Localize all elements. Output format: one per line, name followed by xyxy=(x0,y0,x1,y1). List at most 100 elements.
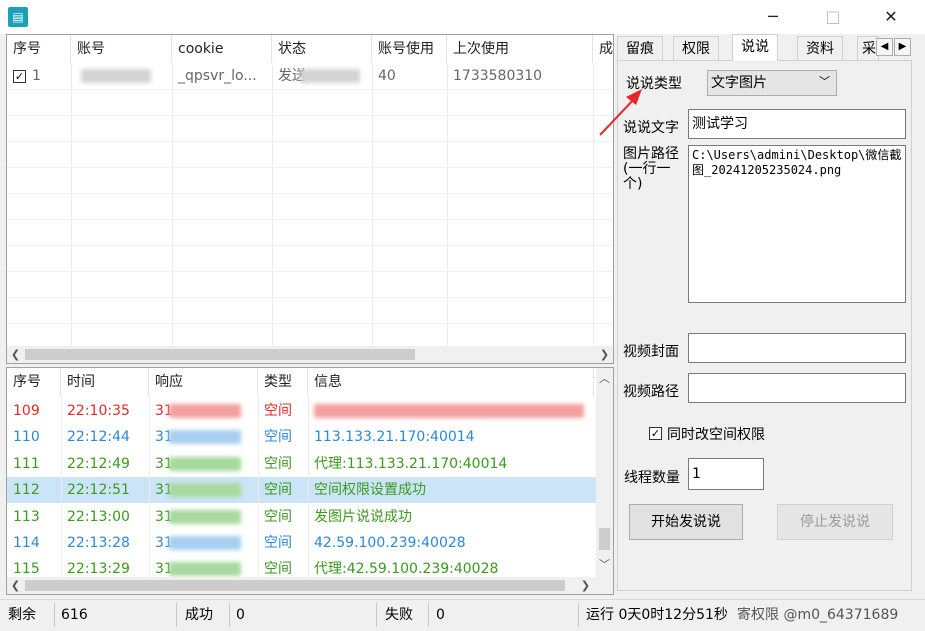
column-header[interactable]: 信息 xyxy=(308,368,594,396)
log-row[interactable]: 109 22:10:35 31 空间 xyxy=(7,398,596,424)
log-cell xyxy=(308,398,594,424)
log-row[interactable]: 113 22:13:00 31 空间 发图片说说成功 xyxy=(7,504,596,530)
tab-trace[interactable]: 留痕 xyxy=(617,36,663,60)
table-cell: 40 xyxy=(378,68,396,84)
video-cover-label: 视频封面 xyxy=(623,344,679,360)
table-cell: ✓ 1 xyxy=(7,63,71,89)
stop-post-button[interactable]: 停止发说说 xyxy=(777,504,893,540)
column-header[interactable]: 上次使用 xyxy=(447,35,593,63)
log-cell: 112 xyxy=(13,482,40,499)
grid-divider xyxy=(7,219,613,220)
chevron-down-icon: ﹀ xyxy=(819,75,830,88)
log-cell: 空间 xyxy=(264,482,292,499)
log-row[interactable]: 112 22:12:51 31 空间 空间权限设置成功 xyxy=(7,477,596,504)
log-cell: 空间 xyxy=(264,429,292,446)
tab-profile[interactable]: 资料 xyxy=(797,36,843,60)
redacted-response xyxy=(169,430,241,445)
column-header[interactable]: 时间 xyxy=(61,368,149,396)
scroll-right-icon[interactable]: ❯ xyxy=(596,346,613,363)
redacted-response xyxy=(169,562,241,577)
log-cell: 111 xyxy=(13,455,40,472)
success-value: 0 xyxy=(236,607,245,623)
minimize-button[interactable]: ─ xyxy=(750,0,796,34)
grid-divider xyxy=(593,63,594,348)
log-cell: 空间 xyxy=(264,403,292,419)
grid-divider xyxy=(7,193,613,194)
grid-divider xyxy=(71,63,72,348)
scroll-thumb[interactable] xyxy=(25,580,565,591)
grid-divider xyxy=(7,89,613,90)
row-checkbox[interactable]: ✓ xyxy=(13,69,26,83)
log-cell: 代理:113.133.21.170:40014 xyxy=(314,455,508,472)
grid-divider xyxy=(272,63,273,348)
scroll-left-icon[interactable]: ❮ xyxy=(7,346,24,363)
sync-permission-checkbox[interactable]: ✓ xyxy=(649,427,662,440)
log-cell: 114 xyxy=(13,535,40,551)
column-header[interactable]: 账号 xyxy=(71,35,172,63)
close-button[interactable]: ✕ xyxy=(868,0,914,34)
column-header[interactable]: 成 xyxy=(593,35,613,63)
runtime-text: 运行 0天0时12分51秒 xyxy=(586,607,728,623)
log-row[interactable]: 114 22:13:28 31 空间 42.59.100.239:40028 xyxy=(7,530,596,556)
log-cell: 空间 xyxy=(264,535,292,551)
log-cell: 31 xyxy=(149,398,258,424)
grid-divider xyxy=(7,323,613,324)
tab-prev-icon[interactable]: ◀ xyxy=(876,38,893,56)
log-grid[interactable]: 序号 时间 响应 类型 信息 109 22:10:35 31 空间 110 22:12:44 31 空… xyxy=(6,367,614,595)
tab-next-icon[interactable]: ▶ xyxy=(894,38,911,56)
scroll-right-icon[interactable]: ❯ xyxy=(577,577,594,594)
video-path-label: 视频路径 xyxy=(623,384,679,400)
fail-value: 0 xyxy=(436,607,445,623)
video-path-input[interactable] xyxy=(688,373,906,403)
text-label: 说说文字 xyxy=(623,120,679,136)
status-bar: 剩余 616 成功 0 失败 0 运行 0天0时12分51秒 寄权限 @m0_6… xyxy=(0,599,925,631)
table-row[interactable]: ✓ 1 _qpsvr_lo... 发送 40 1733580310 xyxy=(7,63,613,89)
scroll-up-icon[interactable]: ︿ xyxy=(596,370,613,387)
maximize-button[interactable]: □ xyxy=(810,0,856,34)
tab-shuoshuo[interactable]: 说说 xyxy=(732,34,778,61)
grid-divider xyxy=(258,396,259,580)
log-cell: 109 xyxy=(13,403,40,419)
log-row[interactable]: 110 22:12:44 31 空间 113.133.21.170:40014 xyxy=(7,424,596,450)
column-header[interactable]: 序号 xyxy=(7,35,71,63)
log-cell: 31 xyxy=(149,451,258,477)
threads-input[interactable]: 1 xyxy=(688,458,764,490)
video-cover-input[interactable] xyxy=(688,333,906,363)
grid-divider xyxy=(308,396,309,580)
table-cell xyxy=(71,63,172,89)
type-value: 文字图片 xyxy=(711,75,767,91)
table-cell: 1733580310 xyxy=(453,68,543,84)
column-header[interactable]: 类型 xyxy=(258,368,308,396)
accounts-grid[interactable]: 序号 账号 cookie 状态 账号使用 上次使用成 ✓ 1 _qpsvr_lo... 发送 40… xyxy=(6,34,614,364)
scroll-thumb[interactable] xyxy=(25,349,415,360)
type-select[interactable]: 文字图片 ﹀ xyxy=(707,70,837,96)
status-extra: 寄权限 @m0_64371689 xyxy=(737,607,899,623)
column-header[interactable]: 响应 xyxy=(149,368,258,396)
accounts-hscrollbar[interactable]: ❮ ❯ xyxy=(7,346,613,363)
title-bar: ▤ ─ □ ✕ xyxy=(0,0,925,34)
text-input[interactable]: 测试学习 xyxy=(688,109,906,139)
log-vscrollbar[interactable]: ︿ ﹀ xyxy=(596,368,613,578)
threads-label: 线程数量 xyxy=(624,470,680,486)
log-cell: 31 xyxy=(149,477,258,503)
log-cell: 31 xyxy=(149,530,258,556)
image-path-textarea[interactable]: C:\Users\admini\Desktop\微信截图_20241205235… xyxy=(688,145,906,303)
shuoshuo-panel: 说说类型 文字图片 ﹀ 说说文字 测试学习 图片路径 (一行一个) C:\Use… xyxy=(599,60,912,591)
scroll-down-icon[interactable]: ﹀ xyxy=(596,556,613,573)
log-cell: 22:12:51 xyxy=(67,482,130,499)
row-index: 1 xyxy=(32,68,41,84)
log-cell: 空间权限设置成功 xyxy=(314,482,426,499)
scroll-left-icon[interactable]: ❮ xyxy=(7,577,24,594)
grid-divider xyxy=(149,396,150,580)
scroll-thumb[interactable] xyxy=(599,528,610,550)
column-header[interactable]: 序号 xyxy=(7,368,61,396)
log-row[interactable]: 111 22:12:49 31 空间 代理:113.133.21.170:40014 xyxy=(7,451,596,477)
grid-divider xyxy=(7,271,613,272)
column-header[interactable]: cookie xyxy=(172,35,272,63)
start-post-button[interactable]: 开始发说说 xyxy=(629,504,743,540)
column-header[interactable]: 状态 xyxy=(272,35,372,63)
log-hscrollbar[interactable]: ❮ ❯ xyxy=(7,577,613,594)
table-cell: 发送 xyxy=(272,63,372,89)
tab-permission[interactable]: 权限 xyxy=(673,36,719,60)
column-header[interactable]: 账号使用 xyxy=(372,35,447,63)
